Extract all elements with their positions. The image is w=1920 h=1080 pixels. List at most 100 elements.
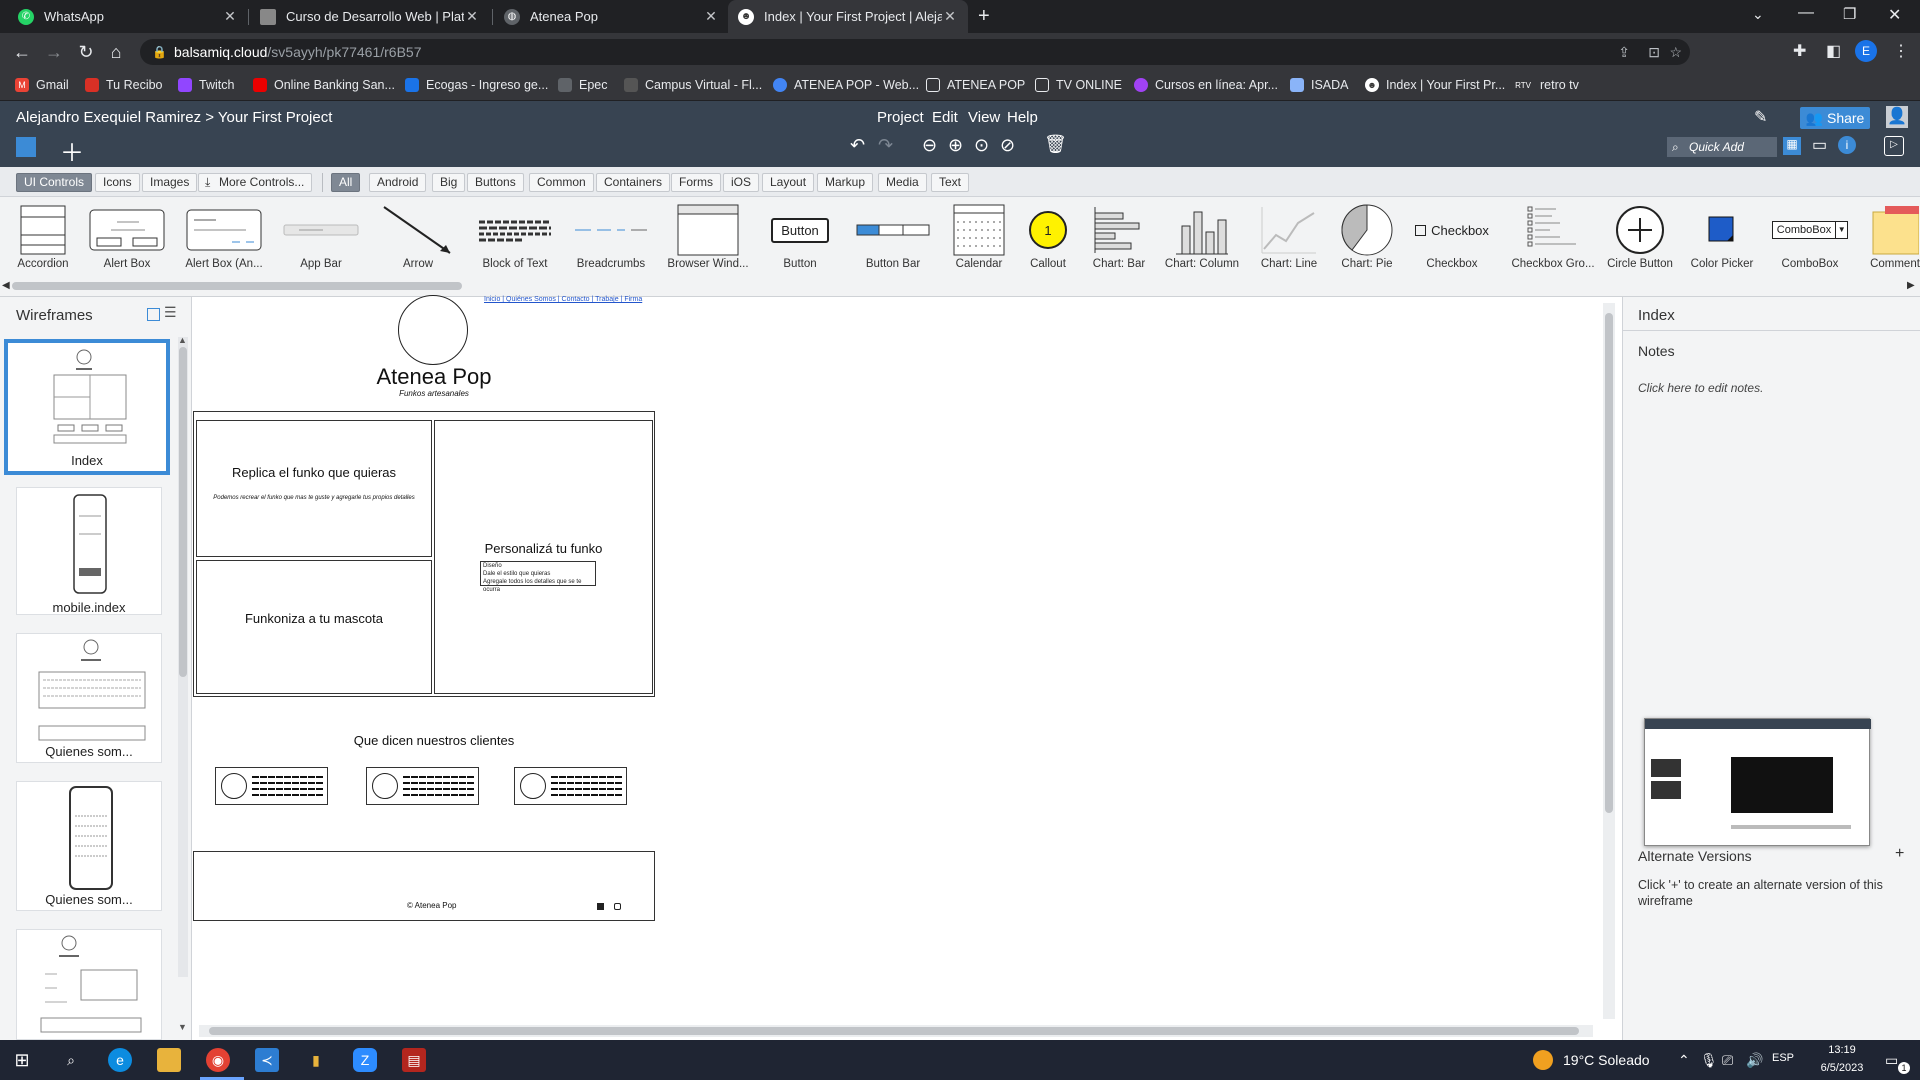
menu-view[interactable]: View <box>968 109 1000 126</box>
bookmark-atenea[interactable]: ATENEA POP <box>926 78 1025 92</box>
scroll-up-icon[interactable]: ▲ <box>178 335 187 345</box>
layout-toggle-icon[interactable] <box>16 137 36 157</box>
add-wireframe-icon[interactable]: ＋ <box>60 133 84 168</box>
bookmark-tu-recibo[interactable]: Tu Recibo <box>85 78 163 92</box>
menu-project[interactable]: Project <box>877 109 924 126</box>
filter-common[interactable]: Common <box>529 173 594 192</box>
wireframe-thumb-mobile-index[interactable]: mobile.index <box>16 487 162 615</box>
filter-images[interactable]: Images <box>142 173 198 192</box>
wf-site-title[interactable]: Atenea Pop <box>369 364 499 390</box>
filter-big[interactable]: Big <box>432 173 466 192</box>
app-icon[interactable]: ▮ <box>304 1048 328 1072</box>
wf-review-card[interactable] <box>514 767 627 805</box>
language-indicator[interactable]: ESP <box>1772 1052 1794 1064</box>
filter-media[interactable]: Media <box>878 173 927 192</box>
share-button[interactable]: 👥 Share <box>1800 107 1870 129</box>
filter-ui-controls[interactable]: UI Controls <box>16 173 93 192</box>
panel-scrollbar-thumb[interactable] <box>179 347 187 677</box>
bookmark-gmail[interactable]: M Gmail <box>15 78 69 92</box>
more-menu-icon[interactable]: ⋮ <box>1893 41 1909 61</box>
edit-pencil-icon[interactable]: ✎ <box>1754 107 1767 127</box>
wireframe-thumb-index[interactable]: Index <box>4 339 170 475</box>
bookmark-atenea-web[interactable]: ATENEA POP - Web... <box>773 78 919 92</box>
panel-scrollbar-track[interactable] <box>178 337 188 977</box>
control-browser-window[interactable]: Browser Wind... <box>663 197 753 279</box>
wf-box-personaliza[interactable]: Personalizá tu funko Diseño Dale el esti… <box>434 420 653 694</box>
bookmark-index[interactable]: ☻ Index | Your First Pr... <box>1365 78 1505 92</box>
control-checkbox[interactable]: Checkbox Checkbox <box>1407 197 1497 279</box>
thumbnail-view-icon[interactable] <box>147 308 160 321</box>
control-alert-box-android[interactable]: Alert Box (An... <box>179 197 269 279</box>
edge-icon[interactable]: e <box>108 1048 132 1072</box>
tab-search-icon[interactable]: ⌄ <box>1752 6 1764 23</box>
bookmark-cursos[interactable]: Cursos en línea: Apr... <box>1134 78 1278 92</box>
wireframe-thumb-5[interactable] <box>16 929 162 1040</box>
control-button[interactable]: Button Button <box>755 197 845 279</box>
undo-icon[interactable]: ↶ <box>850 135 865 156</box>
bookmark-star-icon[interactable]: ☆ <box>1669 39 1682 65</box>
grid-view-icon[interactable]: ▦ <box>1783 137 1801 155</box>
control-app-bar[interactable]: App Bar <box>276 197 366 279</box>
volume-icon[interactable]: 🔊 <box>1746 1052 1763 1069</box>
windows-start-icon[interactable]: ⊞ <box>10 1048 34 1072</box>
canvas-vscroll-thumb[interactable] <box>1605 313 1613 813</box>
redo-icon[interactable]: ↷ <box>878 135 893 156</box>
clock-time[interactable]: 13:19 <box>1812 1044 1872 1056</box>
trash-icon[interactable]: 🗑 <box>1044 134 1067 155</box>
zoom-icon[interactable]: Z <box>353 1048 377 1072</box>
restore-icon[interactable]: ❐ <box>1843 5 1856 23</box>
tab-whatsapp[interactable]: ✆ WhatsApp ✕ <box>8 0 248 33</box>
share-page-icon[interactable]: ⇪ <box>1618 39 1630 65</box>
filter-all[interactable]: All <box>331 173 361 192</box>
tab-index-active[interactable]: ☻ Index | Your First Project | Alejand ✕ <box>728 0 968 33</box>
install-icon[interactable]: ⊡ <box>1648 39 1660 65</box>
filter-icons[interactable]: Icons <box>95 173 140 192</box>
weather-text[interactable]: 19°C Soleado <box>1563 1052 1650 1068</box>
wf-logo-circle[interactable] <box>398 295 468 365</box>
new-tab-button[interactable]: + <box>978 5 990 28</box>
close-icon[interactable]: ✕ <box>703 8 719 25</box>
zoom-in-icon[interactable]: ⊕ <box>948 135 963 156</box>
winrar-icon[interactable]: ▤ <box>402 1048 426 1072</box>
wireframe-canvas[interactable]: Inicio | Quiénes Somos | Contacto | Trab… <box>193 295 1615 1040</box>
page-name[interactable]: Index <box>1638 307 1675 324</box>
side-panel-icon[interactable]: ◧ <box>1826 41 1841 61</box>
home-icon[interactable]: ⌂ <box>106 42 126 62</box>
project-breadcrumb[interactable]: Alejandro Exequiel Ramirez > Your First … <box>16 109 332 126</box>
wireframe-thumb-quienes-somos-2[interactable]: Quienes som... <box>16 781 162 911</box>
wf-reviews-title[interactable]: Que dicen nuestros clientes <box>339 733 529 748</box>
scroll-down-icon[interactable]: ▼ <box>178 1022 187 1032</box>
filter-markup[interactable]: Markup <box>817 173 874 192</box>
close-window-icon[interactable]: ✕ <box>1888 5 1901 25</box>
list-view-icon[interactable]: ☰ <box>164 304 177 321</box>
notes-hint[interactable]: Click here to edit notes. <box>1638 381 1763 395</box>
clock-date[interactable]: 6/5/2023 <box>1812 1062 1872 1074</box>
filter-text[interactable]: Text <box>931 173 970 192</box>
presentation-play-icon[interactable]: ▷ <box>1884 136 1904 156</box>
canvas-vertical-scrollbar[interactable] <box>1603 303 1615 1019</box>
bookmark-banking[interactable]: Online Banking San... <box>253 78 395 92</box>
zoom-out-icon[interactable]: ⊖ <box>922 135 937 156</box>
zoom-actual-icon[interactable]: ⊙ <box>974 135 989 156</box>
canvas-hscroll-thumb[interactable] <box>209 1027 1579 1035</box>
controls-strip-scrollbar[interactable] <box>12 282 462 290</box>
extensions-icon[interactable]: ✚ <box>1793 41 1806 61</box>
search-icon[interactable]: ⌕ <box>59 1048 83 1072</box>
wf-box-mascota[interactable]: Funkoniza a tu mascota <box>196 560 432 694</box>
microphone-icon[interactable]: 🎙 <box>1700 1052 1718 1069</box>
user-avatar-icon[interactable]: 👤 <box>1886 106 1908 128</box>
filter-layout[interactable]: Layout <box>762 173 815 192</box>
wf-nav-links[interactable]: Inicio | Quiénes Somos | Contacto | Trab… <box>484 296 642 303</box>
address-bar[interactable]: 🔒 balsamiq.cloud/sv5ayyh/pk77461/r6B57 ⇪… <box>140 39 1690 65</box>
chrome-icon[interactable]: ◉ <box>206 1048 230 1072</box>
close-icon[interactable]: ✕ <box>464 8 480 25</box>
control-alert-box[interactable]: Alert Box <box>82 197 172 279</box>
filter-forms[interactable]: Forms <box>671 173 721 192</box>
control-block-of-text[interactable]: Block of Text <box>470 197 560 279</box>
filter-ios[interactable]: iOS <box>723 173 760 192</box>
bookmark-ecogas[interactable]: Ecogas - Ingreso ge... <box>405 78 548 92</box>
filter-containers[interactable]: Containers <box>596 173 671 192</box>
quick-add-input[interactable]: ⌕ Quick Add <box>1667 137 1777 157</box>
wf-review-card[interactable] <box>215 767 328 805</box>
vscode-icon[interactable]: ≺ <box>255 1048 279 1072</box>
